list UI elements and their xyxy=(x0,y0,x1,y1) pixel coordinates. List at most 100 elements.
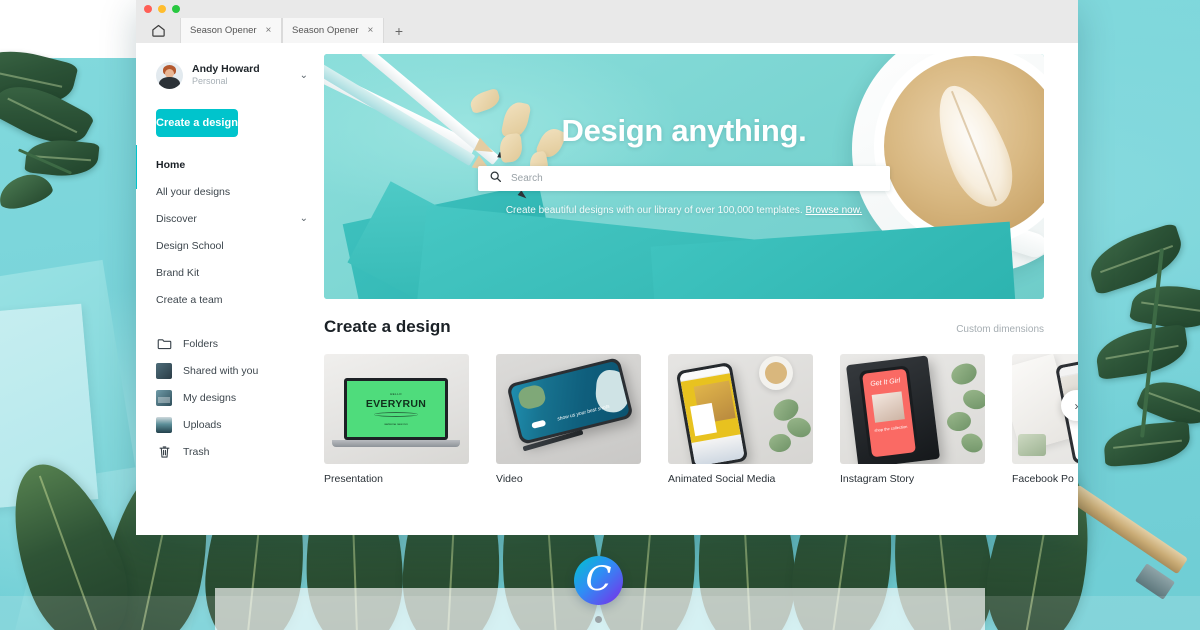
sidebar-item-label: Shared with you xyxy=(183,364,259,377)
sidebar-item-design-school[interactable]: Design School xyxy=(136,232,324,259)
user-name: Andy Howard xyxy=(192,63,260,76)
phone-screen-content: show us your best shots xyxy=(509,360,631,442)
sidebar-item-shared-with-you[interactable]: Shared with you xyxy=(136,357,324,384)
phone-mockup xyxy=(675,361,749,464)
design-card-thumbnail: show us your best shots xyxy=(496,354,641,464)
design-card-facebook-post[interactable]: HAPPY BIRTHDAY Facebook Po xyxy=(1012,354,1078,485)
avatar xyxy=(156,61,183,89)
design-card-video[interactable]: show us your best shots Video xyxy=(496,354,641,485)
maximize-window-button[interactable] xyxy=(172,5,180,13)
browser-tab-title: Season Opener xyxy=(292,25,359,36)
minimize-window-button[interactable] xyxy=(158,5,166,13)
photo-top-strip xyxy=(0,0,142,58)
browser-tab-1[interactable]: Season Opener × xyxy=(180,18,282,43)
design-card-instagram-story[interactable]: Get It Girl shop the collection Instagra… xyxy=(840,354,985,485)
hero-subtitle-text: Create beautiful designs with our librar… xyxy=(505,205,803,216)
sidebar-item-label: My designs xyxy=(183,391,237,404)
sidebar-item-label: Discover xyxy=(156,212,197,225)
preview-text-bottom: welcome new run xyxy=(384,422,408,426)
search-box[interactable] xyxy=(478,166,890,191)
create-a-design-header: Create a design Custom dimensions xyxy=(324,317,1044,337)
sidebar-item-label: Folders xyxy=(183,337,219,350)
coffee-cup-prop xyxy=(759,356,793,390)
user-account-switcher[interactable]: Andy Howard Personal ⌄ xyxy=(136,55,324,95)
laptop-screen-content: HELLO EVERYRUN welcome new run xyxy=(347,381,445,437)
uploads-icon xyxy=(156,416,172,433)
close-window-button[interactable] xyxy=(144,5,152,13)
preview-text-main: EVERYRUN xyxy=(365,398,427,410)
sidebar-item-label: Trash xyxy=(183,445,210,458)
preview-wave-decor xyxy=(374,412,418,417)
preview-text: Get It Girl xyxy=(869,377,901,389)
chevron-down-icon[interactable]: ⌄ xyxy=(300,70,308,81)
canva-logo: C xyxy=(574,556,623,605)
canva-logo-letter: C xyxy=(585,559,612,599)
design-card-animated-social-media[interactable]: Animated Social Media xyxy=(668,354,813,485)
sidebar-item-label: Design School xyxy=(156,239,224,252)
page-title: Create a design xyxy=(324,317,451,336)
laptop-mockup: HELLO EVERYRUN welcome new run xyxy=(344,378,448,440)
trash-icon xyxy=(156,444,172,460)
sidebar: Andy Howard Personal ⌄ Create a design H… xyxy=(136,43,324,535)
preview-text: show us your best shots xyxy=(556,403,611,423)
browser-tabstrip: Season Opener × Season Opener × + xyxy=(136,18,1078,43)
eucalyptus-leaf-prop xyxy=(961,387,985,412)
sidebar-item-label: Home xyxy=(156,158,186,171)
sidebar-item-trash[interactable]: Trash xyxy=(136,438,324,465)
avatar-body xyxy=(159,76,180,89)
browser-window: Season Opener × Season Opener × + Andy H… xyxy=(136,0,1078,535)
design-card-thumbnail: Get It Girl shop the collection xyxy=(840,354,985,464)
sidebar-item-label: All your designs xyxy=(156,185,231,198)
user-meta: Andy Howard Personal xyxy=(192,63,291,86)
design-card-presentation[interactable]: HELLO EVERYRUN welcome new run Presentat… xyxy=(324,354,469,485)
browser-titlebar xyxy=(136,0,1078,18)
sidebar-item-folders[interactable]: Folders xyxy=(136,330,324,357)
hero-title: Design anything. xyxy=(561,113,807,148)
chevron-down-icon[interactable]: ⌄ xyxy=(300,213,308,224)
custom-dimensions-link[interactable]: Custom dimensions xyxy=(956,324,1044,337)
browser-tab-title: Season Opener xyxy=(190,25,257,36)
sidebar-item-label: Brand Kit xyxy=(156,266,200,279)
preview-shore-decor xyxy=(516,383,548,411)
preview-text-top: HELLO xyxy=(390,392,402,396)
preview-yellow-block xyxy=(680,373,741,443)
design-card-thumbnail: HELLO EVERYRUN welcome new run xyxy=(324,354,469,464)
create-a-design-button[interactable]: Create a design xyxy=(156,109,238,137)
preview-boat-decor xyxy=(531,419,547,429)
browser-tab-2[interactable]: Season Opener × xyxy=(282,18,384,43)
sidebar-item-label: Create a team xyxy=(156,293,223,306)
sidebar-item-my-designs[interactable]: My designs xyxy=(136,384,324,411)
design-type-carousel: HELLO EVERYRUN welcome new run Presentat… xyxy=(324,354,1078,485)
hero-subtitle: Create beautiful designs with our librar… xyxy=(506,205,862,216)
sidebar-item-brand-kit[interactable]: Brand Kit xyxy=(136,259,324,286)
sidebar-active-handle xyxy=(136,145,137,189)
laptop-base xyxy=(332,440,460,447)
phone-screen-content: Get It Girl shop the collection xyxy=(862,368,916,458)
eucalyptus-leaf-prop xyxy=(767,432,793,454)
carousel-page-dot[interactable] xyxy=(595,616,602,623)
browse-now-link[interactable]: Browse now. xyxy=(805,205,862,216)
main-content: Design anything. Create beautiful design… xyxy=(324,43,1078,535)
my-designs-icon xyxy=(156,389,172,406)
sidebar-item-discover[interactable]: Discover ⌄ xyxy=(136,205,324,232)
search-input[interactable] xyxy=(511,173,879,184)
eucalyptus-leaf-prop xyxy=(958,430,985,456)
user-plan: Personal xyxy=(192,76,228,87)
design-card-label: Facebook Po xyxy=(1012,473,1074,485)
sidebar-item-home[interactable]: Home xyxy=(136,151,324,178)
sidebar-secondary-nav: Folders Shared with you My designs Uploa… xyxy=(136,330,324,465)
hero-banner: Design anything. Create beautiful design… xyxy=(324,54,1044,299)
preview-photo xyxy=(871,391,905,423)
close-icon[interactable]: × xyxy=(266,25,272,36)
canva-app: Andy Howard Personal ⌄ Create a design H… xyxy=(136,43,1078,535)
shared-icon xyxy=(156,362,172,379)
design-card-label: Video xyxy=(496,473,523,485)
eucalyptus-leaf-prop xyxy=(946,410,972,433)
sidebar-item-create-a-team[interactable]: Create a team xyxy=(136,286,324,313)
sidebar-item-all-your-designs[interactable]: All your designs xyxy=(136,178,324,205)
eucalyptus-leaf-prop xyxy=(948,359,980,389)
new-tab-button[interactable]: + xyxy=(384,18,414,43)
home-icon[interactable] xyxy=(136,18,180,43)
close-icon[interactable]: × xyxy=(368,25,374,36)
sidebar-item-uploads[interactable]: Uploads xyxy=(136,411,324,438)
